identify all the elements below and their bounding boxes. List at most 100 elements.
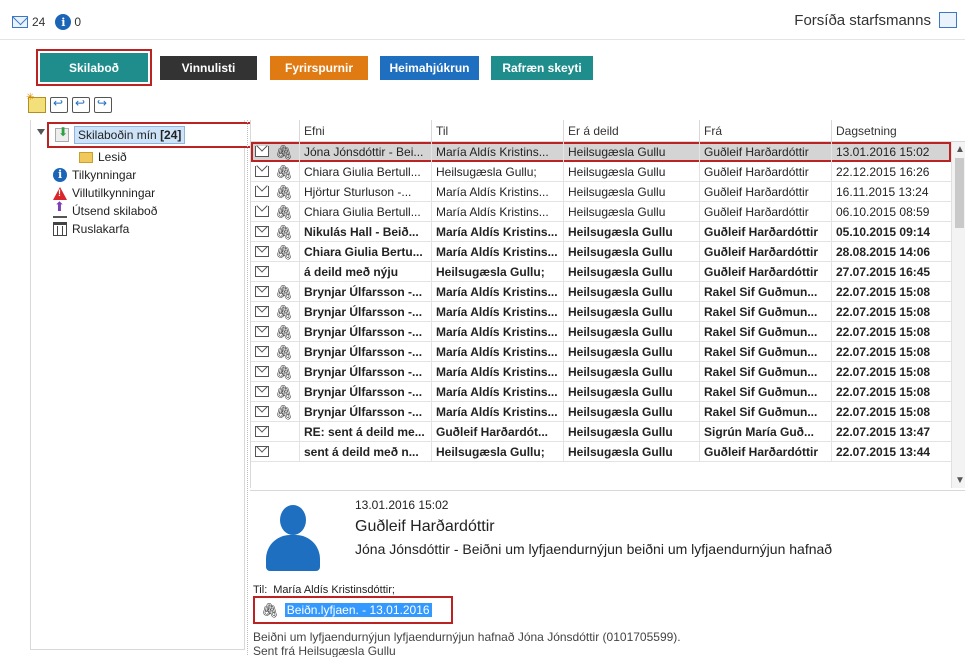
attachment-link[interactable]: Beiðn.lyfjaen. - 13.01.2016 <box>284 603 432 617</box>
folder-label: Ruslakarfa <box>72 222 130 236</box>
top-bar: 24 i 0 Forsíða starfsmanns <box>0 0 965 40</box>
message-list-header: Efni Til Er á deild Frá Dagsetning <box>251 120 965 142</box>
message-list-scrollbar[interactable]: ▲ ▼ <box>951 142 965 488</box>
cell-to: María Aldís Kristins... <box>431 342 563 362</box>
preview-sender: Guðleif Harðardóttir <box>355 518 495 535</box>
pane-splitter[interactable] <box>247 120 249 655</box>
cell-date: 05.10.2015 09:14 <box>831 222 951 242</box>
cell-subject: Nikulás Hall - Beið... <box>299 222 431 242</box>
envelope-icon[interactable] <box>12 16 28 28</box>
cell-date: 22.07.2015 15:08 <box>831 342 951 362</box>
envelope-open-icon <box>255 166 269 177</box>
scroll-thumb[interactable] <box>955 158 964 228</box>
cell-subject: Brynjar Úlfarsson -... <box>299 302 431 322</box>
table-row[interactable]: 🖇 Brynjar Úlfarsson -... María Aldís Krist… <box>251 302 951 322</box>
folder-count: [24] <box>160 128 182 142</box>
preview-body-line: Sent frá Heilsugæsla Gullu <box>253 644 396 657</box>
tab-skilabod[interactable]: Skilaboð <box>36 49 152 86</box>
cell-department: Heilsugæsla Gullu <box>563 342 699 362</box>
cell-to: Heilsugæsla Gullu; <box>431 442 563 462</box>
envelope-icon <box>255 386 269 397</box>
table-row[interactable]: 🖇 Nikulás Hall - Beið... María Aldís Krist… <box>251 222 951 242</box>
new-message-icon[interactable] <box>26 92 46 113</box>
info-icon <box>53 168 67 182</box>
info-icon[interactable]: i <box>55 14 72 30</box>
envelope-icon <box>255 246 269 257</box>
envelope-icon <box>255 266 269 277</box>
cell-subject: Brynjar Úlfarsson -... <box>299 362 431 382</box>
envelope-icon <box>255 426 269 437</box>
table-row[interactable]: 🖇 Brynjar Úlfarsson -... María Aldís Krist… <box>251 382 951 402</box>
cell-date: 28.08.2015 14:06 <box>831 242 951 262</box>
reply-icon[interactable] <box>50 96 68 113</box>
table-row[interactable]: 🖇 Chiara Giulia Bertu... María Aldís Krist… <box>251 242 951 262</box>
preview-date: 13.01.2016 15:02 <box>355 498 449 512</box>
cell-from: Rakel Sif Guðmun... <box>699 382 831 402</box>
paperclip-icon: 🖇 <box>275 364 293 380</box>
column-icons[interactable] <box>251 120 299 142</box>
table-row[interactable]: 🖇 Chiara Giulia Bertull... María Aldís Kri… <box>251 202 951 222</box>
scroll-up-icon[interactable]: ▲ <box>955 144 965 155</box>
table-row[interactable]: 🖇 Brynjar Úlfarsson -... María Aldís Krist… <box>251 402 951 422</box>
column-header-from[interactable]: Frá <box>699 120 831 142</box>
home-page-icon[interactable] <box>939 12 957 28</box>
tab-fyrirspurnir[interactable]: Fyrirspurnir <box>270 56 368 80</box>
table-row[interactable]: 🖇 Brynjar Úlfarsson -... María Aldís Krist… <box>251 322 951 342</box>
paperclip-icon: 🖇 <box>275 244 293 260</box>
avatar <box>264 505 322 571</box>
table-row[interactable]: 🖇 Brynjar Úlfarsson -... María Aldís Krist… <box>251 342 951 362</box>
tab-vinnulisti[interactable]: Vinnulisti <box>160 56 257 80</box>
folder-my-messages[interactable]: Skilaboðin mín [24] <box>47 122 267 148</box>
preview-recipients: Til: María Aldís Kristinsdóttir; <box>253 584 395 596</box>
cell-department: Heilsugæsla Gullu <box>563 402 699 422</box>
table-row[interactable]: 🖇 Brynjar Úlfarsson -... María Aldís Krist… <box>251 362 951 382</box>
paperclip-icon: 🖇 <box>275 284 293 300</box>
folder-error-notifications[interactable]: Villutilkynningar <box>53 184 155 202</box>
cell-subject: Brynjar Úlfarsson -... <box>299 322 431 342</box>
column-header-department[interactable]: Er á deild <box>563 120 699 142</box>
tab-heimahjukrun[interactable]: Heimahjúkrun <box>380 56 479 80</box>
cell-to: María Aldís Kristins... <box>431 142 563 162</box>
column-header-to[interactable]: Til <box>431 120 563 142</box>
cell-to: María Aldís Kristins... <box>431 182 563 202</box>
table-row[interactable]: sent á deild með n... Heilsugæsla Gullu; H… <box>251 442 951 462</box>
cell-subject: sent á deild með n... <box>299 442 431 462</box>
cell-department: Heilsugæsla Gullu <box>563 442 699 462</box>
cell-to: María Aldís Kristins... <box>431 222 563 242</box>
tab-rafraen-skeyti[interactable]: Rafræn skeyti <box>491 56 593 80</box>
cell-from: Guðleif Harðardóttir <box>699 242 831 262</box>
cell-date: 22.12.2015 16:26 <box>831 162 951 182</box>
table-row[interactable]: 🖇 Brynjar Úlfarsson -... María Aldís Krist… <box>251 282 951 302</box>
reply-all-icon[interactable] <box>72 96 90 113</box>
column-header-subject[interactable]: Efni <box>299 120 431 142</box>
folder-trash[interactable]: Ruslakarfa <box>53 220 129 238</box>
paperclip-icon: 🖇 <box>275 144 293 160</box>
mail-count[interactable]: 24 <box>32 15 45 29</box>
collapse-caret-icon[interactable] <box>37 129 45 135</box>
attachment-box: 🖇 Beiðn.lyfjaen. - 13.01.2016 <box>253 596 453 624</box>
sent-icon <box>53 199 67 218</box>
info-count[interactable]: 0 <box>74 15 81 29</box>
table-row[interactable]: 🖇 Jóna Jónsdóttir - Bei... María Aldís Kri… <box>251 142 951 162</box>
folder-icon <box>79 151 93 163</box>
cell-subject: Brynjar Úlfarsson -... <box>299 382 431 402</box>
cell-department: Heilsugæsla Gullu <box>563 142 699 162</box>
paperclip-icon: 🖇 <box>275 304 293 320</box>
folder-read[interactable]: Lesið <box>79 148 127 166</box>
table-row[interactable]: 🖇 Hjörtur Sturluson -... María Aldís Krist… <box>251 182 951 202</box>
folder-notifications[interactable]: Tilkynningar <box>53 166 136 184</box>
paperclip-icon: 🖇 <box>275 384 293 400</box>
warning-icon <box>53 186 67 200</box>
message-toolbar <box>26 92 112 117</box>
column-header-date[interactable]: Dagsetning <box>831 120 965 142</box>
paperclip-icon: 🖇 <box>275 324 293 340</box>
scroll-down-icon[interactable]: ▼ <box>955 475 965 486</box>
forward-icon[interactable] <box>94 96 112 113</box>
employee-home-link[interactable]: Forsíða starfsmanns <box>794 12 931 29</box>
table-row[interactable]: á deild með nýju Heilsugæsla Gullu; Heilsu… <box>251 262 951 282</box>
cell-to: Guðleif Harðardót... <box>431 422 563 442</box>
folder-sent[interactable]: Útsend skilaboð <box>53 199 157 220</box>
folder-label: Skilaboðin mín <box>78 128 157 142</box>
table-row[interactable]: 🖇 Chiara Giulia Bertull... Heilsugæsla Gul… <box>251 162 951 182</box>
table-row[interactable]: RE: sent á deild me... Guðleif Harðardót.… <box>251 422 951 442</box>
